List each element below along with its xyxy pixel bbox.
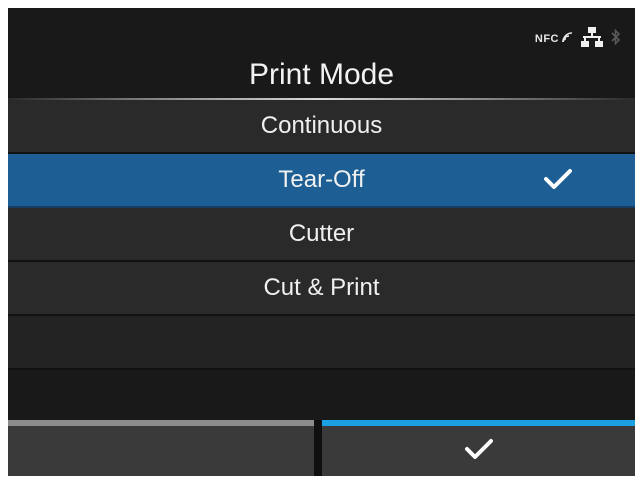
header: Print Mode <box>8 8 635 100</box>
print-mode-list: Continuous Tear-Off Cutter Cut & Print <box>8 100 635 370</box>
menu-item-label: Cut & Print <box>263 274 380 301</box>
button-divider <box>314 420 322 476</box>
page-title: Print Mode <box>248 58 395 91</box>
display-screen: NFC Print Mode Continuous Tear-Off Cutte… <box>8 8 635 476</box>
left-softkey-button[interactable] <box>8 426 314 476</box>
empty-row <box>8 316 635 370</box>
menu-item-continuous[interactable]: Continuous <box>8 100 635 154</box>
menu-item-label: Continuous <box>260 112 383 139</box>
check-icon <box>543 168 573 197</box>
menu-item-cut-print[interactable]: Cut & Print <box>8 262 635 316</box>
check-icon <box>464 438 494 465</box>
menu-item-tear-off[interactable]: Tear-Off <box>8 154 635 208</box>
confirm-button[interactable] <box>322 426 635 476</box>
footer-buttons <box>8 420 635 476</box>
menu-item-label: Cutter <box>288 220 355 247</box>
menu-item-cutter[interactable]: Cutter <box>8 208 635 262</box>
menu-item-label: Tear-Off <box>278 166 365 193</box>
